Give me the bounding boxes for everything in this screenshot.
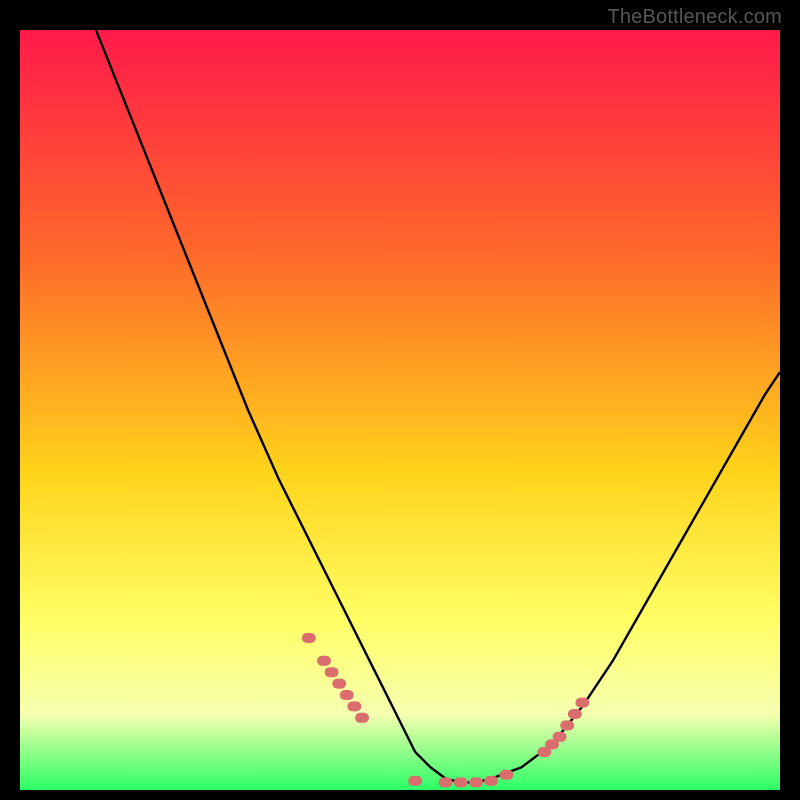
marker-dot (355, 713, 369, 723)
marker-dot (317, 656, 331, 666)
marker-dot (439, 777, 453, 787)
marker-dot (332, 679, 346, 689)
marker-dot (575, 698, 589, 708)
marker-dot (302, 633, 316, 643)
marker-dot (553, 732, 567, 742)
marker-dot (408, 776, 422, 786)
chart-frame (20, 30, 780, 790)
marker-dot (454, 777, 468, 787)
marker-dot (340, 690, 354, 700)
marker-dot (469, 777, 483, 787)
marker-dot (325, 667, 339, 677)
marker-dot (347, 701, 361, 711)
marker-dot (499, 770, 513, 780)
gradient-background (20, 30, 780, 790)
bottleneck-chart (20, 30, 780, 790)
marker-dot (568, 709, 582, 719)
marker-dot (484, 776, 498, 786)
marker-dot (560, 720, 574, 730)
watermark-text: TheBottleneck.com (607, 6, 782, 29)
